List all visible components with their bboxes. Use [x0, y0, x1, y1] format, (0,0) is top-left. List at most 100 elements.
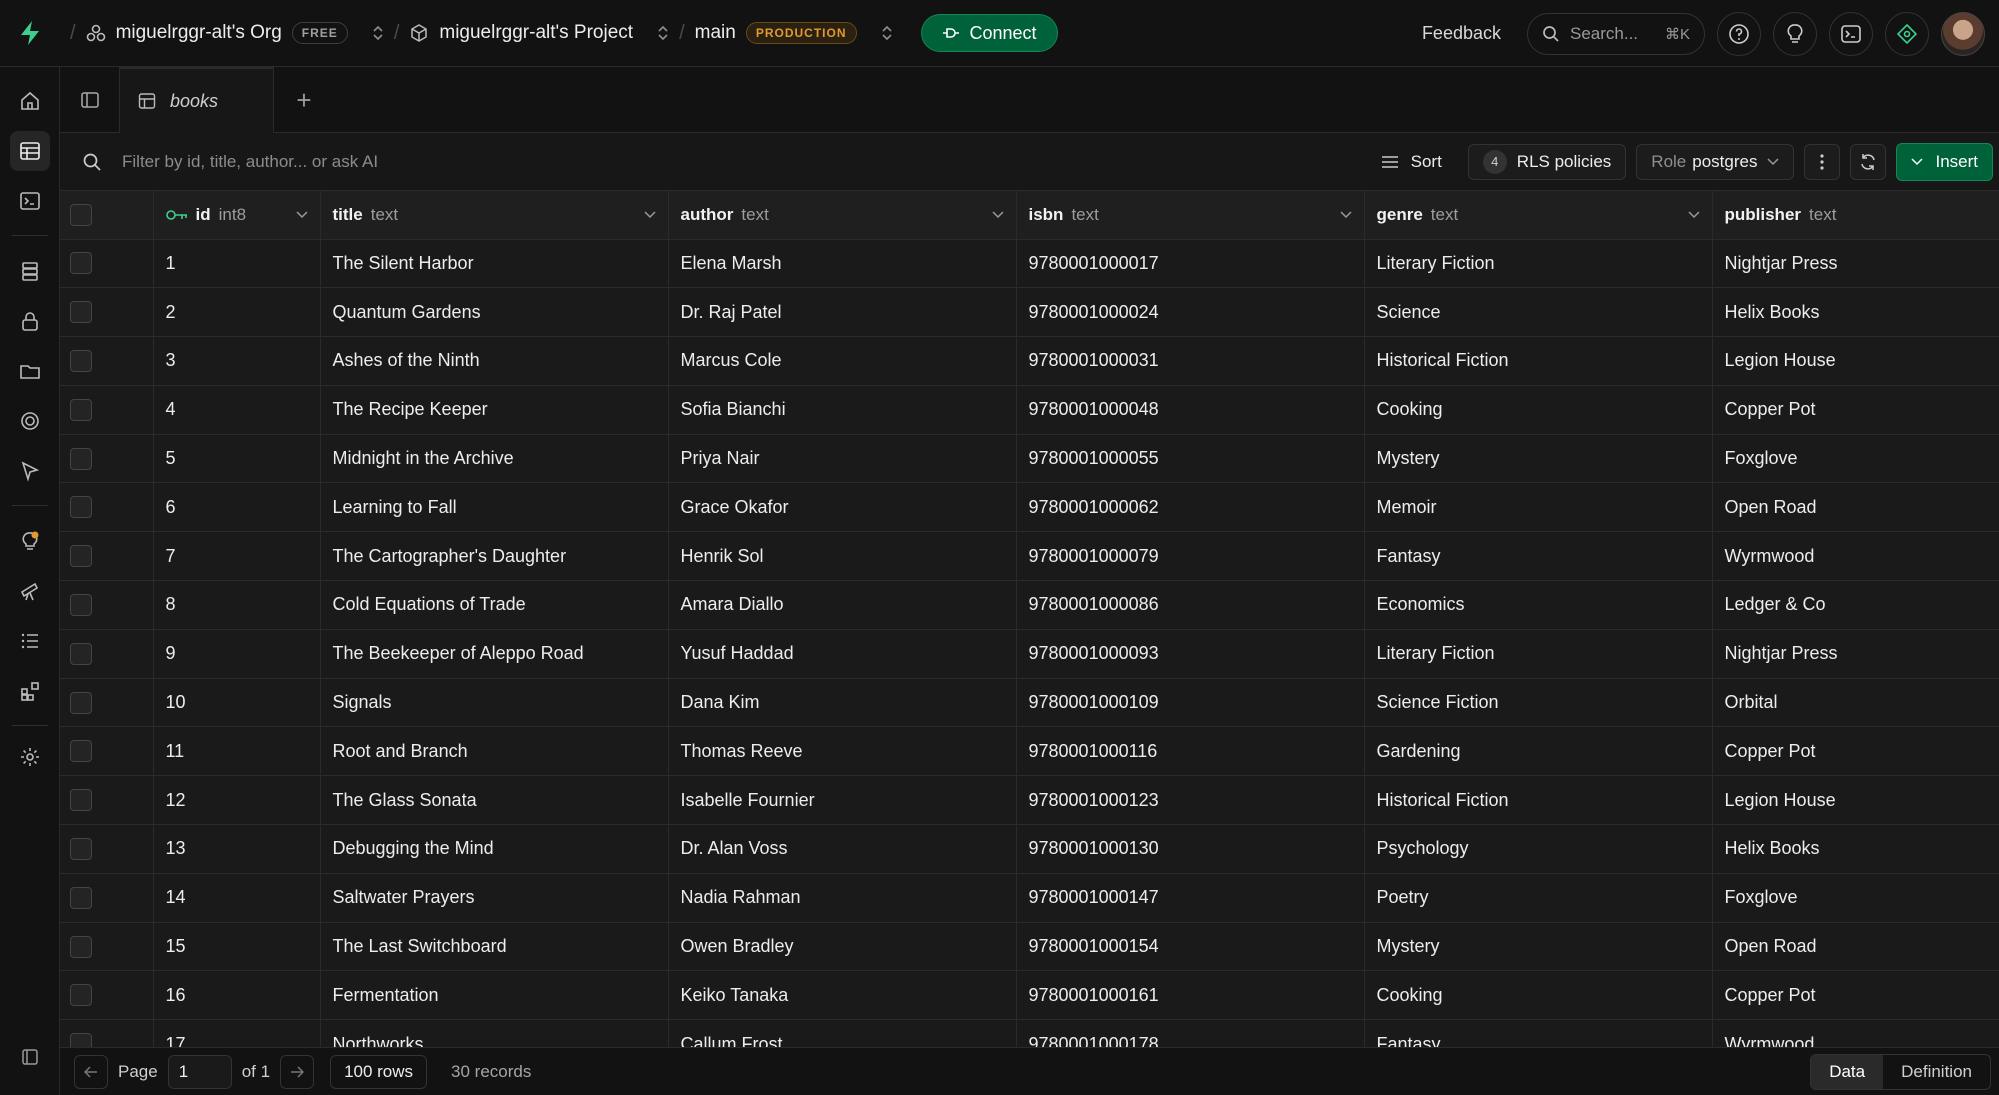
row-checkbox[interactable]: [70, 935, 92, 958]
cell-author[interactable]: Grace Okafor: [668, 482, 1017, 533]
cell-genre[interactable]: Fantasy: [1364, 1019, 1713, 1047]
table-row[interactable]: 6 Learning to Fall Grace Okafor 97800010000…: [60, 482, 1999, 533]
cell-isbn[interactable]: 9780001000147: [1016, 873, 1365, 923]
cell-id[interactable]: 4: [153, 385, 321, 435]
cell-isbn[interactable]: 9780001000086: [1016, 580, 1365, 630]
table-row[interactable]: 8 Cold Equations of Trade Amara Diallo 9780…: [60, 580, 1999, 630]
table-row[interactable]: 14 Saltwater Prayers Nadia Rahman 978000100…: [60, 873, 1999, 923]
previous-page-button[interactable]: [74, 1054, 108, 1089]
cell-author[interactable]: Amara Diallo: [668, 580, 1017, 630]
cell-publisher[interactable]: Legion House: [1712, 775, 1999, 826]
data-view-button[interactable]: Data: [1811, 1055, 1884, 1089]
sidebar-item-authentication[interactable]: [10, 301, 50, 341]
table-row[interactable]: 17 Northworks Callum Frost 9780001000178 Fan…: [60, 1019, 1999, 1047]
cell-isbn[interactable]: 9780001000017: [1016, 239, 1365, 289]
cell-author[interactable]: Dr. Raj Patel: [668, 287, 1017, 338]
sidebar-item-settings[interactable]: [10, 737, 50, 777]
assistant-button[interactable]: [1885, 11, 1929, 56]
cell-id[interactable]: 2: [153, 287, 321, 338]
sidebar-item-edge-functions[interactable]: [10, 451, 50, 491]
rows-per-page-button[interactable]: 100 rows: [330, 1054, 428, 1089]
row-checkbox[interactable]: [70, 398, 92, 421]
column-header-genre[interactable]: genre text: [1364, 191, 1713, 240]
cell-isbn[interactable]: 9780001000154: [1016, 922, 1365, 972]
table-row[interactable]: 10 Signals Dana Kim 9780001000109 Science Fi…: [60, 678, 1999, 728]
help-button[interactable]: [1717, 11, 1761, 56]
cell-isbn[interactable]: 9780001000024: [1016, 287, 1365, 338]
cell-isbn[interactable]: 9780001000123: [1016, 775, 1365, 826]
sidebar-item-integrations[interactable]: [10, 671, 50, 711]
cell-publisher[interactable]: Wyrmwood: [1712, 531, 1999, 582]
tab-books[interactable]: books: [120, 67, 274, 133]
cell-title[interactable]: Midnight in the Archive: [320, 434, 669, 484]
tips-button[interactable]: [1773, 11, 1817, 56]
row-checkbox[interactable]: [70, 886, 92, 909]
cell-genre[interactable]: Psychology: [1364, 824, 1713, 874]
column-header-title[interactable]: title text: [320, 191, 669, 240]
row-checkbox[interactable]: [70, 837, 92, 860]
cell-genre[interactable]: Science: [1364, 287, 1713, 338]
more-options-button[interactable]: [1804, 143, 1841, 180]
cell-genre[interactable]: Mystery: [1364, 922, 1713, 972]
select-all-checkbox[interactable]: [70, 203, 92, 226]
cell-title[interactable]: The Glass Sonata: [320, 775, 669, 826]
cell-publisher[interactable]: Legion House: [1712, 336, 1999, 386]
cell-genre[interactable]: Literary Fiction: [1364, 239, 1713, 289]
cell-publisher[interactable]: Copper Pot: [1712, 970, 1999, 1021]
chevron-down-icon[interactable]: [991, 211, 1004, 219]
cell-author[interactable]: Callum Frost: [668, 1019, 1017, 1047]
row-checkbox[interactable]: [70, 984, 92, 1007]
cell-isbn[interactable]: 9780001000093: [1016, 629, 1365, 679]
cell-publisher[interactable]: Orbital: [1712, 678, 1999, 728]
cell-id[interactable]: 8: [153, 580, 321, 630]
row-checkbox[interactable]: [70, 642, 92, 665]
cell-id[interactable]: 14: [153, 873, 321, 923]
refresh-button[interactable]: [1850, 143, 1887, 180]
cell-isbn[interactable]: 9780001000031: [1016, 336, 1365, 386]
cell-id[interactable]: 16: [153, 970, 321, 1021]
cell-author[interactable]: Keiko Tanaka: [668, 970, 1017, 1021]
table-row[interactable]: 4 The Recipe Keeper Sofia Bianchi 978000100…: [60, 385, 1999, 435]
row-checkbox[interactable]: [70, 593, 92, 616]
cell-title[interactable]: Root and Branch: [320, 726, 669, 777]
row-checkbox[interactable]: [70, 447, 92, 470]
cell-author[interactable]: Elena Marsh: [668, 239, 1017, 289]
cell-isbn[interactable]: 9780001000130: [1016, 824, 1365, 874]
cell-id[interactable]: 7: [153, 531, 321, 582]
cell-publisher[interactable]: Wyrmwood: [1712, 1019, 1999, 1047]
row-checkbox[interactable]: [70, 740, 92, 763]
supabase-logo-icon[interactable]: [0, 0, 60, 67]
cell-publisher[interactable]: Open Road: [1712, 482, 1999, 533]
add-tab-button[interactable]: +: [274, 67, 334, 133]
cell-author[interactable]: Yusuf Haddad: [668, 629, 1017, 679]
row-checkbox[interactable]: [70, 1033, 92, 1047]
row-checkbox[interactable]: [70, 789, 92, 812]
cell-title[interactable]: Cold Equations of Trade: [320, 580, 669, 630]
search-button[interactable]: Search... ⌘K: [1527, 12, 1705, 55]
cell-publisher[interactable]: Copper Pot: [1712, 726, 1999, 777]
cell-author[interactable]: Dr. Alan Voss: [668, 824, 1017, 874]
cell-author[interactable]: Dana Kim: [668, 678, 1017, 728]
cell-title[interactable]: Learning to Fall: [320, 482, 669, 533]
cell-publisher[interactable]: Foxglove: [1712, 434, 1999, 484]
cell-author[interactable]: Henrik Sol: [668, 531, 1017, 582]
role-selector[interactable]: Role postgres: [1636, 143, 1795, 180]
cell-genre[interactable]: Memoir: [1364, 482, 1713, 533]
sidebar-item-home[interactable]: [10, 81, 50, 121]
cell-isbn[interactable]: 9780001000109: [1016, 678, 1365, 728]
sidebar-item-table-editor[interactable]: [10, 131, 50, 171]
table-row[interactable]: 2 Quantum Gardens Dr. Raj Patel 97800010000…: [60, 287, 1999, 338]
cell-publisher[interactable]: Foxglove: [1712, 873, 1999, 923]
cell-publisher[interactable]: Nightjar Press: [1712, 239, 1999, 289]
sidebar-item-observability[interactable]: [10, 571, 50, 611]
cell-genre[interactable]: Gardening: [1364, 726, 1713, 777]
table-row[interactable]: 13 Debugging the Mind Dr. Alan Voss 9780001…: [60, 824, 1999, 874]
table-row[interactable]: 12 The Glass Sonata Isabelle Fournier 97800…: [60, 775, 1999, 826]
cell-author[interactable]: Thomas Reeve: [668, 726, 1017, 777]
user-avatar[interactable]: [1941, 11, 1985, 56]
cell-id[interactable]: 11: [153, 726, 321, 777]
table-row[interactable]: 3 Ashes of the Ninth Marcus Cole 9780001000…: [60, 336, 1999, 386]
cell-publisher[interactable]: Helix Books: [1712, 287, 1999, 338]
column-header-isbn[interactable]: isbn text: [1016, 191, 1365, 240]
branch-selector[interactable]: main PRODUCTION: [695, 22, 893, 44]
